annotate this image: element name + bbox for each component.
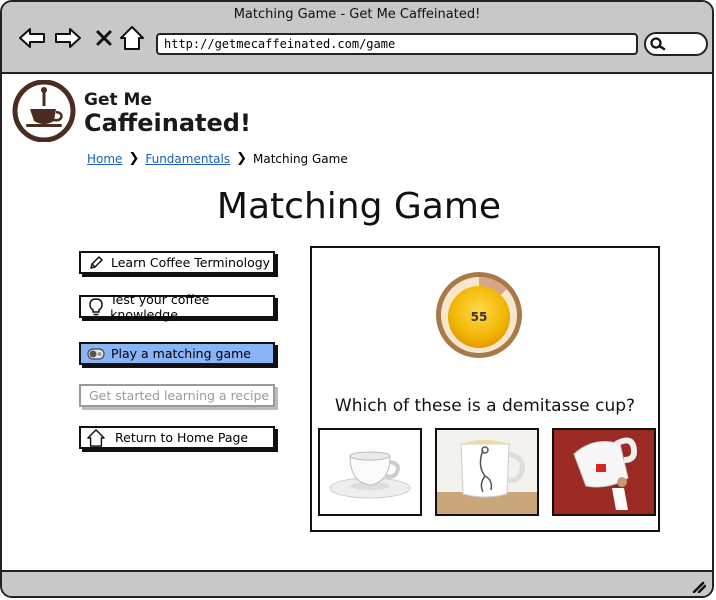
choice-giant-cup[interactable] bbox=[552, 428, 656, 516]
nav-label: Return to Home Page bbox=[115, 430, 249, 445]
home-icon bbox=[120, 26, 144, 50]
play-matching-game-button[interactable]: Play a matching game bbox=[79, 342, 275, 365]
nav-label: Play a matching game bbox=[111, 346, 251, 361]
giant-cup-image bbox=[554, 430, 654, 514]
search-icon bbox=[650, 37, 666, 51]
choice-mug[interactable] bbox=[435, 428, 539, 516]
learn-terminology-button[interactable]: Learn Coffee Terminology bbox=[79, 251, 275, 274]
brand-line-1: Get Me bbox=[84, 90, 152, 110]
breadcrumb-fundamentals-link[interactable]: Fundamentals bbox=[145, 152, 230, 166]
demitasse-cup-image bbox=[320, 430, 420, 514]
mug-image bbox=[437, 430, 537, 514]
browser-toolbar: Matching Game - Get Me Caffeinated! http… bbox=[2, 2, 712, 74]
test-knowledge-button[interactable]: Test your coffee knowledge bbox=[79, 292, 275, 322]
browser-window: Matching Game - Get Me Caffeinated! http… bbox=[0, 0, 714, 598]
home-nav-button[interactable] bbox=[116, 24, 148, 52]
browser-search-field[interactable] bbox=[644, 32, 708, 56]
learn-recipe-button: Get started learning a recipe bbox=[79, 384, 275, 407]
lightbulb-icon bbox=[87, 297, 104, 316]
forward-arrow-icon bbox=[55, 28, 81, 48]
window-title: Matching Game - Get Me Caffeinated! bbox=[233, 7, 481, 22]
chevron-right-icon: ❯ bbox=[128, 151, 140, 166]
brand-name: Get Me Caffeinated! bbox=[84, 90, 251, 137]
question-text: Which of these is a demitasse cup? bbox=[334, 396, 636, 416]
choice-demitasse-cup[interactable] bbox=[318, 428, 422, 516]
breadcrumb-home-link[interactable]: Home bbox=[87, 152, 122, 166]
toggle-icon bbox=[87, 345, 105, 363]
breadcrumb-current: Matching Game bbox=[253, 151, 348, 166]
pencil-icon bbox=[87, 254, 105, 272]
breadcrumb: Home ❯ Fundamentals ❯ Matching Game bbox=[87, 151, 348, 166]
brand-line-2: Caffeinated! bbox=[84, 109, 251, 137]
home-icon bbox=[87, 428, 105, 447]
address-bar[interactable]: http://getmecaffeinated.com/game bbox=[156, 33, 638, 55]
nav-label: Learn Coffee Terminology bbox=[111, 255, 271, 270]
matching-game-panel: 55 Which of these is a demitasse cup? bbox=[310, 246, 660, 532]
forward-button[interactable] bbox=[52, 24, 84, 52]
chevron-right-icon: ❯ bbox=[236, 151, 247, 166]
back-button[interactable] bbox=[16, 24, 48, 52]
nav-label: Get started learning a recipe bbox=[89, 388, 270, 403]
coffee-logo-icon bbox=[12, 80, 76, 142]
resize-grip-icon[interactable] bbox=[690, 579, 706, 593]
return-home-button[interactable]: Return to Home Page bbox=[79, 426, 275, 449]
nav-label: Test your coffee knowledge bbox=[110, 291, 210, 322]
countdown-timer: 55 bbox=[436, 272, 522, 358]
status-bar bbox=[2, 570, 712, 596]
timer-value: 55 bbox=[471, 310, 488, 324]
page-title: Matching Game bbox=[216, 186, 502, 227]
close-x-icon bbox=[96, 30, 112, 46]
back-arrow-icon bbox=[19, 28, 45, 48]
